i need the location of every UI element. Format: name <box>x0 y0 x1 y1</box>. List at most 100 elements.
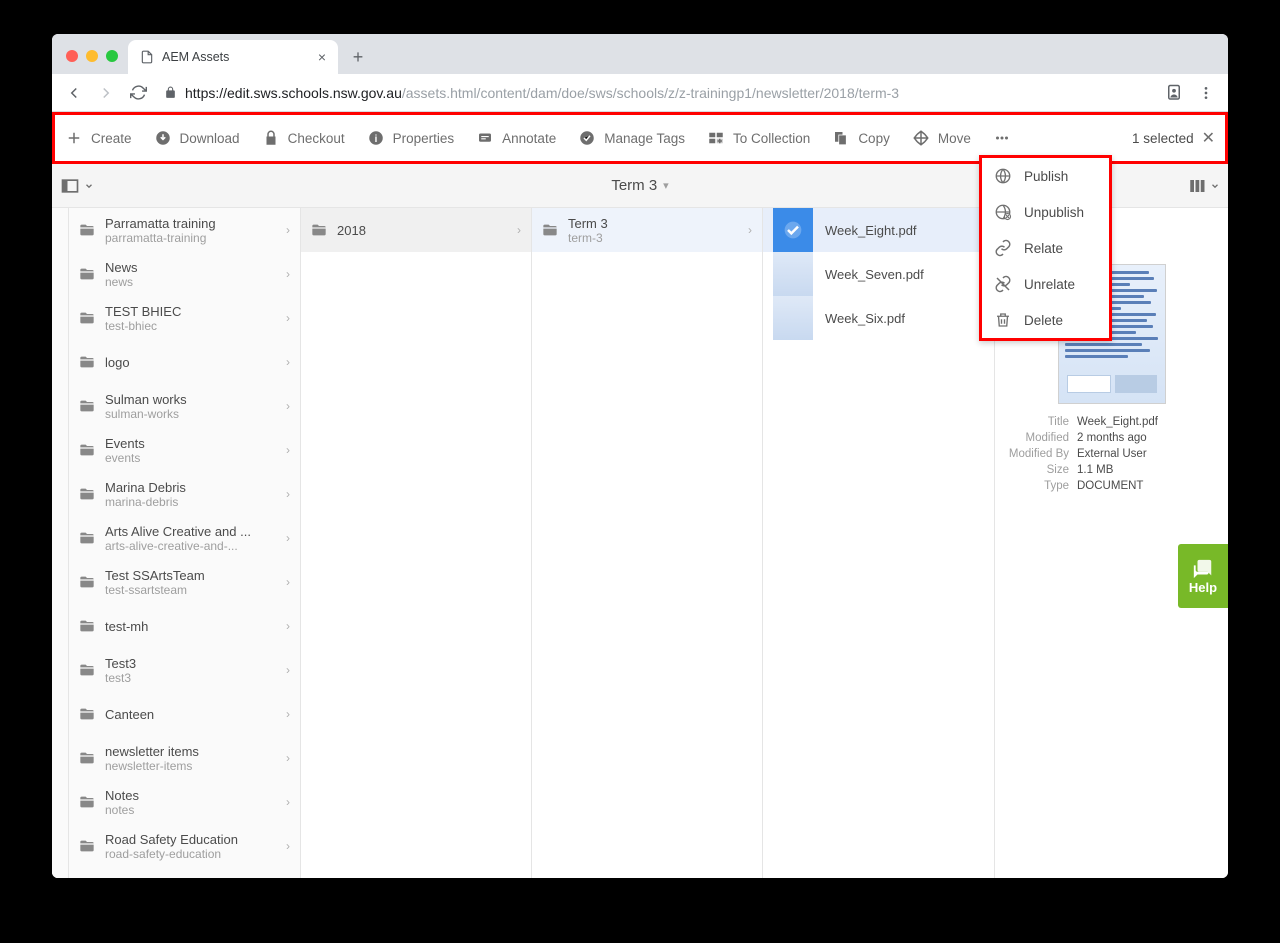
move-button[interactable]: Move <box>912 129 971 147</box>
meta-modified-by: External User <box>1077 448 1147 460</box>
column-4: Week_Eight.pdf Week_Seven.pdf Week_Six.pdf <box>763 208 995 878</box>
address-bar[interactable]: https://edit.sws.schools.nsw.gov.au/asse… <box>156 79 1156 107</box>
unpublish-menuitem[interactable]: Unpublish <box>982 194 1109 230</box>
deselect-button[interactable]: ✕ <box>1202 128 1215 148</box>
properties-button[interactable]: iProperties <box>367 129 455 147</box>
tag-icon <box>578 129 596 147</box>
collection-icon <box>707 129 725 147</box>
chevron-down-icon: ▾ <box>663 179 669 192</box>
globe-icon <box>994 167 1012 185</box>
manage-tags-button[interactable]: Manage Tags <box>578 129 685 147</box>
columns-icon <box>1188 177 1206 195</box>
browser-menu-button[interactable] <box>1192 79 1220 107</box>
folder-item[interactable]: Sulman workssulman-works› <box>69 384 300 428</box>
annotate-icon <box>476 129 494 147</box>
folder-item[interactable]: test-mh› <box>69 604 300 648</box>
meta-type: DOCUMENT <box>1077 480 1143 492</box>
globe-x-icon <box>994 203 1012 221</box>
publish-menuitem[interactable]: Publish <box>982 158 1109 194</box>
asset-item[interactable]: Week_Six.pdf <box>763 296 994 340</box>
close-window-button[interactable] <box>66 50 78 62</box>
browser-toolbar: https://edit.sws.schools.nsw.gov.au/asse… <box>52 74 1228 112</box>
breadcrumb[interactable]: Term 3 ▾ <box>611 177 668 194</box>
download-icon <box>154 129 172 147</box>
trash-icon <box>994 311 1012 329</box>
more-icon <box>993 129 1011 147</box>
download-button[interactable]: Download <box>154 129 240 147</box>
lock-icon <box>164 86 177 99</box>
relate-menuitem[interactable]: Relate <box>982 230 1109 266</box>
folder-item[interactable]: Road Safety Educationroad-safety-educati… <box>69 824 300 868</box>
meta-modified: 2 months ago <box>1077 432 1147 444</box>
help-label: Help <box>1189 580 1217 595</box>
chevron-down-icon <box>84 181 94 191</box>
folder-item[interactable]: Term 3term-3› <box>532 208 762 252</box>
reload-button[interactable] <box>124 79 152 107</box>
check-icon <box>773 208 813 252</box>
page-icon <box>140 50 154 64</box>
unrelate-menuitem[interactable]: Unrelate <box>982 266 1109 302</box>
folder-item[interactable]: Canteen› <box>69 692 300 736</box>
url-text: https://edit.sws.schools.nsw.gov.au/asse… <box>185 85 899 101</box>
asset-metadata: TitleWeek_Eight.pdf Modified2 months ago… <box>1007 414 1216 494</box>
window-controls <box>60 50 128 74</box>
minimize-window-button[interactable] <box>86 50 98 62</box>
new-tab-button[interactable]: + <box>344 43 372 71</box>
copy-button[interactable]: Copy <box>832 129 890 147</box>
folder-item[interactable]: Arts Alive Creative and ...arts-alive-cr… <box>69 516 300 560</box>
folder-item[interactable]: Eventsevents› <box>69 428 300 472</box>
meta-size: 1.1 MB <box>1077 464 1113 476</box>
close-tab-button[interactable]: × <box>318 49 326 65</box>
folder-item[interactable]: Marina Debrismarina-debris› <box>69 472 300 516</box>
browser-tab-bar: AEM Assets × + <box>52 34 1228 74</box>
folder-item[interactable]: Test SSArtsTeamtest-ssartsteam› <box>69 560 300 604</box>
link-icon <box>994 239 1012 257</box>
column-3: Term 3term-3› <box>532 208 763 878</box>
chevron-down-icon <box>1210 181 1220 191</box>
unlink-icon <box>994 275 1012 293</box>
panel-icon <box>60 176 80 196</box>
folder-item[interactable]: Notesnotes› <box>69 780 300 824</box>
folder-item[interactable]: Test3test3› <box>69 648 300 692</box>
checkout-button[interactable]: Checkout <box>262 129 345 147</box>
column-1: Parramatta trainingparramatta-training›N… <box>69 208 301 878</box>
view-switcher-button[interactable] <box>1188 177 1220 195</box>
create-button[interactable]: Create <box>65 129 132 147</box>
folder-item[interactable]: Newsnews› <box>69 252 300 296</box>
maximize-window-button[interactable] <box>106 50 118 62</box>
svg-text:i: i <box>374 134 377 145</box>
profile-button[interactable] <box>1160 79 1188 107</box>
folder-item[interactable]: 2018› <box>301 208 531 252</box>
more-actions-menu: Publish Unpublish Relate Unrelate Delete <box>979 155 1112 341</box>
folder-item[interactable]: TEST BHIECtest-bhiec› <box>69 296 300 340</box>
delete-menuitem[interactable]: Delete <box>982 302 1109 338</box>
plus-icon <box>65 129 83 147</box>
lock-icon <box>262 129 280 147</box>
asset-name: Week_Eight.pdf <box>825 223 917 238</box>
back-button[interactable] <box>60 79 88 107</box>
asset-name: Week_Six.pdf <box>825 311 905 326</box>
browser-tab[interactable]: AEM Assets × <box>128 40 338 74</box>
asset-thumbnail <box>773 252 813 296</box>
annotate-button[interactable]: Annotate <box>476 129 556 147</box>
column-2: 2018› <box>301 208 532 878</box>
asset-item[interactable]: Week_Seven.pdf <box>763 252 994 296</box>
asset-item[interactable]: Week_Eight.pdf <box>763 208 994 252</box>
chat-icon <box>1192 558 1214 580</box>
folder-item[interactable]: Parramatta trainingparramatta-training› <box>69 208 300 252</box>
move-icon <box>912 129 930 147</box>
copy-icon <box>832 129 850 147</box>
info-icon: i <box>367 129 385 147</box>
folder-item[interactable]: newsletter itemsnewsletter-items› <box>69 736 300 780</box>
help-button[interactable]: Help <box>1178 544 1228 608</box>
folder-item[interactable]: logo› <box>69 340 300 384</box>
to-collection-button[interactable]: To Collection <box>707 129 810 147</box>
selection-count: 1 selected ✕ <box>1132 128 1215 148</box>
more-actions-button[interactable] <box>993 129 1011 147</box>
asset-thumbnail <box>773 296 813 340</box>
asset-name: Week_Seven.pdf <box>825 267 924 282</box>
meta-title: Week_Eight.pdf <box>1077 416 1158 428</box>
asset-thumbnail <box>773 208 813 252</box>
forward-button[interactable] <box>92 79 120 107</box>
rail-toggle-button[interactable] <box>60 176 94 196</box>
